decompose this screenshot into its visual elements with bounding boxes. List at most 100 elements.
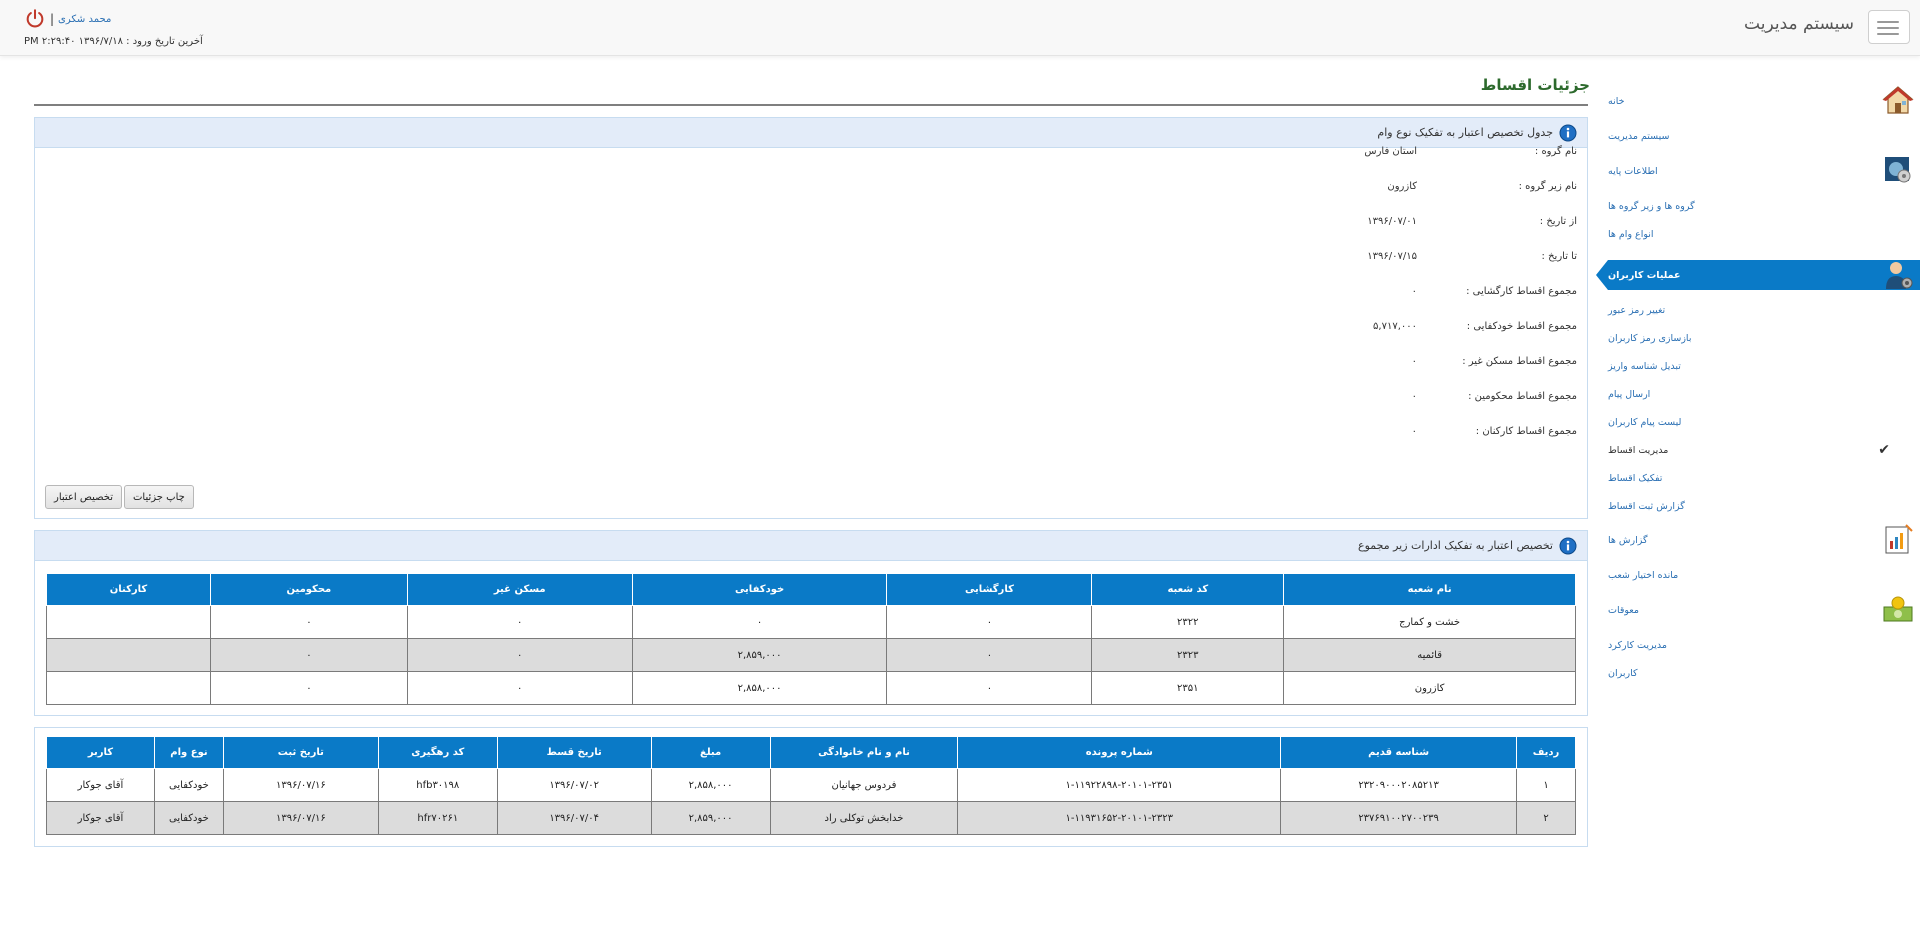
field-label: تا تاریخ : [1541,250,1577,262]
column-header[interactable]: نوع وام [153,736,224,769]
table-cell [46,638,211,672]
title-divider [34,104,1588,106]
sidebar-item-user-operations[interactable]: عملیات کاربران [1596,260,1920,290]
sidebar-item-arrears[interactable]: معوقات [1608,596,1920,623]
sidebar-item-label: ارسال پیام [1608,388,1651,400]
sidebar-item-label: عملیات کاربران [1608,269,1681,281]
column-header[interactable]: نام شعبه [1283,573,1576,606]
allocate-credit-button[interactable]: تخصیص اعتبار [45,485,123,509]
field-label: مجموع اقساط کارگشایی : [1466,285,1577,297]
table-cell: فردوس جهانیان [769,768,959,802]
table-cell: ۱۳۹۶/۰۷/۱۶ [222,768,379,802]
table-cell: ۰ [209,671,408,705]
table-row: قائمیه ۲۳۲۳ ۰ ۲,۸۵۹,۰۰۰ ۰ ۰ [46,638,1576,672]
column-header[interactable]: نام و نام خانوادگی [769,736,959,769]
column-header[interactable]: مبلغ [650,736,771,769]
column-header[interactable]: محکومین [209,573,408,606]
table-cell: ۲۳۷۶۹۱۰۰۲۷۰۰۲۳۹ [1280,801,1518,835]
table-cell: ۲,۸۵۹,۰۰۰ [631,638,888,672]
sidebar-item-installment-report[interactable]: گزارش ثبت اقساط [1608,493,1920,519]
table-cell: ۰ [886,605,1093,639]
field-to-date: تا تاریخ : ۱۳۹۶/۰۷/۱۵ [1277,246,1577,266]
table-cell: ۲۳۲۳ [1091,638,1285,672]
table-cell: خودکفایی [153,801,224,835]
field-khodkafaei-total: مجموع اقساط خودکفایی : ۵,۷۱۷,۰۰۰ [1277,316,1577,336]
sidebar-item-send-message[interactable]: ارسال پیام [1608,381,1920,407]
column-header[interactable]: مسکن غیر [406,573,633,606]
sidebar-item-users[interactable]: کاربران [1608,660,1920,686]
panel-actions: تخصیص اعتبار چاپ جزئیات [45,485,194,509]
table-header-row: ردیف شناسه قدیم شماره پرونده نام و نام خ… [46,736,1576,769]
sidebar-item-installment-management[interactable]: ✔ مدیریت اقساط [1608,437,1920,463]
table-cell: آقای جوکار [46,801,155,835]
sidebar-item-change-password[interactable]: تغییر رمز عبور [1608,297,1920,323]
field-value: ۰ [1411,390,1417,402]
user-name-link[interactable]: محمد شکری [58,14,111,25]
sidebar-item-label: انواع وام ها [1608,228,1654,240]
column-header[interactable]: کد شعبه [1091,573,1285,606]
table-cell: آقای جوکار [46,768,155,802]
column-header[interactable]: کارگشایی [886,573,1093,606]
table-cell: ۰ [886,638,1093,672]
page-title: جزئیات اقساط [1480,76,1590,94]
field-label: از تاریخ : [1539,215,1577,227]
field-label: مجموع اقساط کارکنان : [1475,425,1577,437]
table-row: ۱ ۲۳۲۰۹۰۰۰۲۰۸۵۲۱۳ ۱-۱۱۹۲۲۸۹۸-۲۰۱۰۱-۲۳۵۱ … [46,768,1576,802]
field-value: ۰ [1411,425,1417,437]
sidebar-item-label: تغییر رمز عبور [1608,304,1666,316]
sidebar-item-message-list[interactable]: لیست پیام کاربران [1608,409,1920,435]
column-header[interactable]: خودکفایی [631,573,888,606]
sidebar-item-branch-balance[interactable]: مانده اختیار شعب [1608,562,1920,588]
field-from-date: از تاریخ : ۱۳۹۶/۰۷/۰۱ [1277,211,1577,231]
sidebar-item-home[interactable]: خانه [1608,86,1920,114]
table-cell: ۱۳۹۶/۰۷/۱۶ [222,801,379,835]
table-row: کازرون ۲۳۵۱ ۰ ۲,۸۵۸,۰۰۰ ۰ ۰ [46,671,1576,705]
table-cell: خودکفایی [153,768,224,802]
brand-title[interactable]: سیستم مدیریت [1744,14,1854,34]
field-value: ۱۳۹۶/۰۷/۰۱ [1367,215,1417,227]
info-icon [1559,537,1577,554]
sidebar-item-installment-breakdown[interactable]: تفکیک اقساط [1608,465,1920,491]
menu-toggle-button[interactable] [1868,10,1910,44]
table-cell: ۰ [886,671,1093,705]
column-header[interactable]: تاریخ ثبت [222,736,379,769]
user-area: | محمد شکری آخرین تاریخ ورود : ۱۳۹۶/۷/۱۸… [24,6,284,50]
column-header[interactable]: کارکنان [46,573,211,606]
sidebar-item-admin-system[interactable]: سیستم مدیریت [1608,123,1920,149]
print-details-button[interactable]: چاپ جزئیات [124,485,194,509]
last-login-text: آخرین تاریخ ورود : ۱۳۹۶/۷/۱۸ ۲:۲۹:۴۰ PM [24,36,203,47]
sidebar-item-reports[interactable]: گزارش ها [1608,524,1920,554]
panel-title: تخصیص اعتبار به تفکیک ادارات زیر مجموع [1358,539,1553,552]
table-cell: ۰ [209,638,408,672]
field-label: نام گروه : [1534,145,1577,157]
table-header-row: نام شعبه کد شعبه کارگشایی خودکفایی مسکن … [46,573,1576,606]
sidebar-item-label: لیست پیام کاربران [1608,416,1682,428]
table-cell: ۰ [209,605,408,639]
table-cell: ۲,۸۵۹,۰۰۰ [650,801,771,835]
sidebar-item-loan-types[interactable]: انواع وام ها [1608,221,1920,247]
sidebar-item-label: تبدیل شناسه واریز [1608,360,1681,372]
sidebar-item-convert-deposit-id[interactable]: تبدیل شناسه واریز [1608,353,1920,379]
column-header[interactable]: تاریخ قسط [496,736,652,769]
table-cell: ۲,۸۵۸,۰۰۰ [631,671,888,705]
sidebar-item-label: سیستم مدیریت [1608,130,1670,142]
field-subgroup-name: نام زیر گروه : کازرون [1277,176,1577,196]
column-header[interactable]: کاربر [46,736,155,769]
power-icon[interactable] [24,8,46,30]
table-cell: ۲ [1516,801,1576,835]
column-header[interactable]: شناسه قدیم [1280,736,1518,769]
sidebar-item-basic-info[interactable]: اطلاعات پایه [1608,157,1920,184]
check-icon: ✔ [1878,442,1890,458]
sidebar-item-label: گزارش ها [1608,534,1648,546]
sidebar-item-performance-management[interactable]: مدیریت کارکرد [1608,632,1920,658]
column-header[interactable]: کد رهگیری [377,736,498,769]
table-cell: ۰ [406,671,633,705]
field-label: نام زیر گروه : [1518,180,1577,192]
branch-allocation-panel: تخصیص اعتبار به تفکیک ادارات زیر مجموع ن… [34,530,1588,716]
field-label: مجموع اقساط خودکفایی : [1466,320,1577,332]
sidebar-item-groups[interactable]: گروه ها و زیر گروه ها [1608,193,1920,219]
column-header[interactable]: ردیف [1516,736,1576,769]
report-icon [1885,524,1913,554]
column-header[interactable]: شماره پرونده [957,736,1282,769]
sidebar-item-reset-passwords[interactable]: بازسازی رمز کاربران [1608,325,1920,351]
